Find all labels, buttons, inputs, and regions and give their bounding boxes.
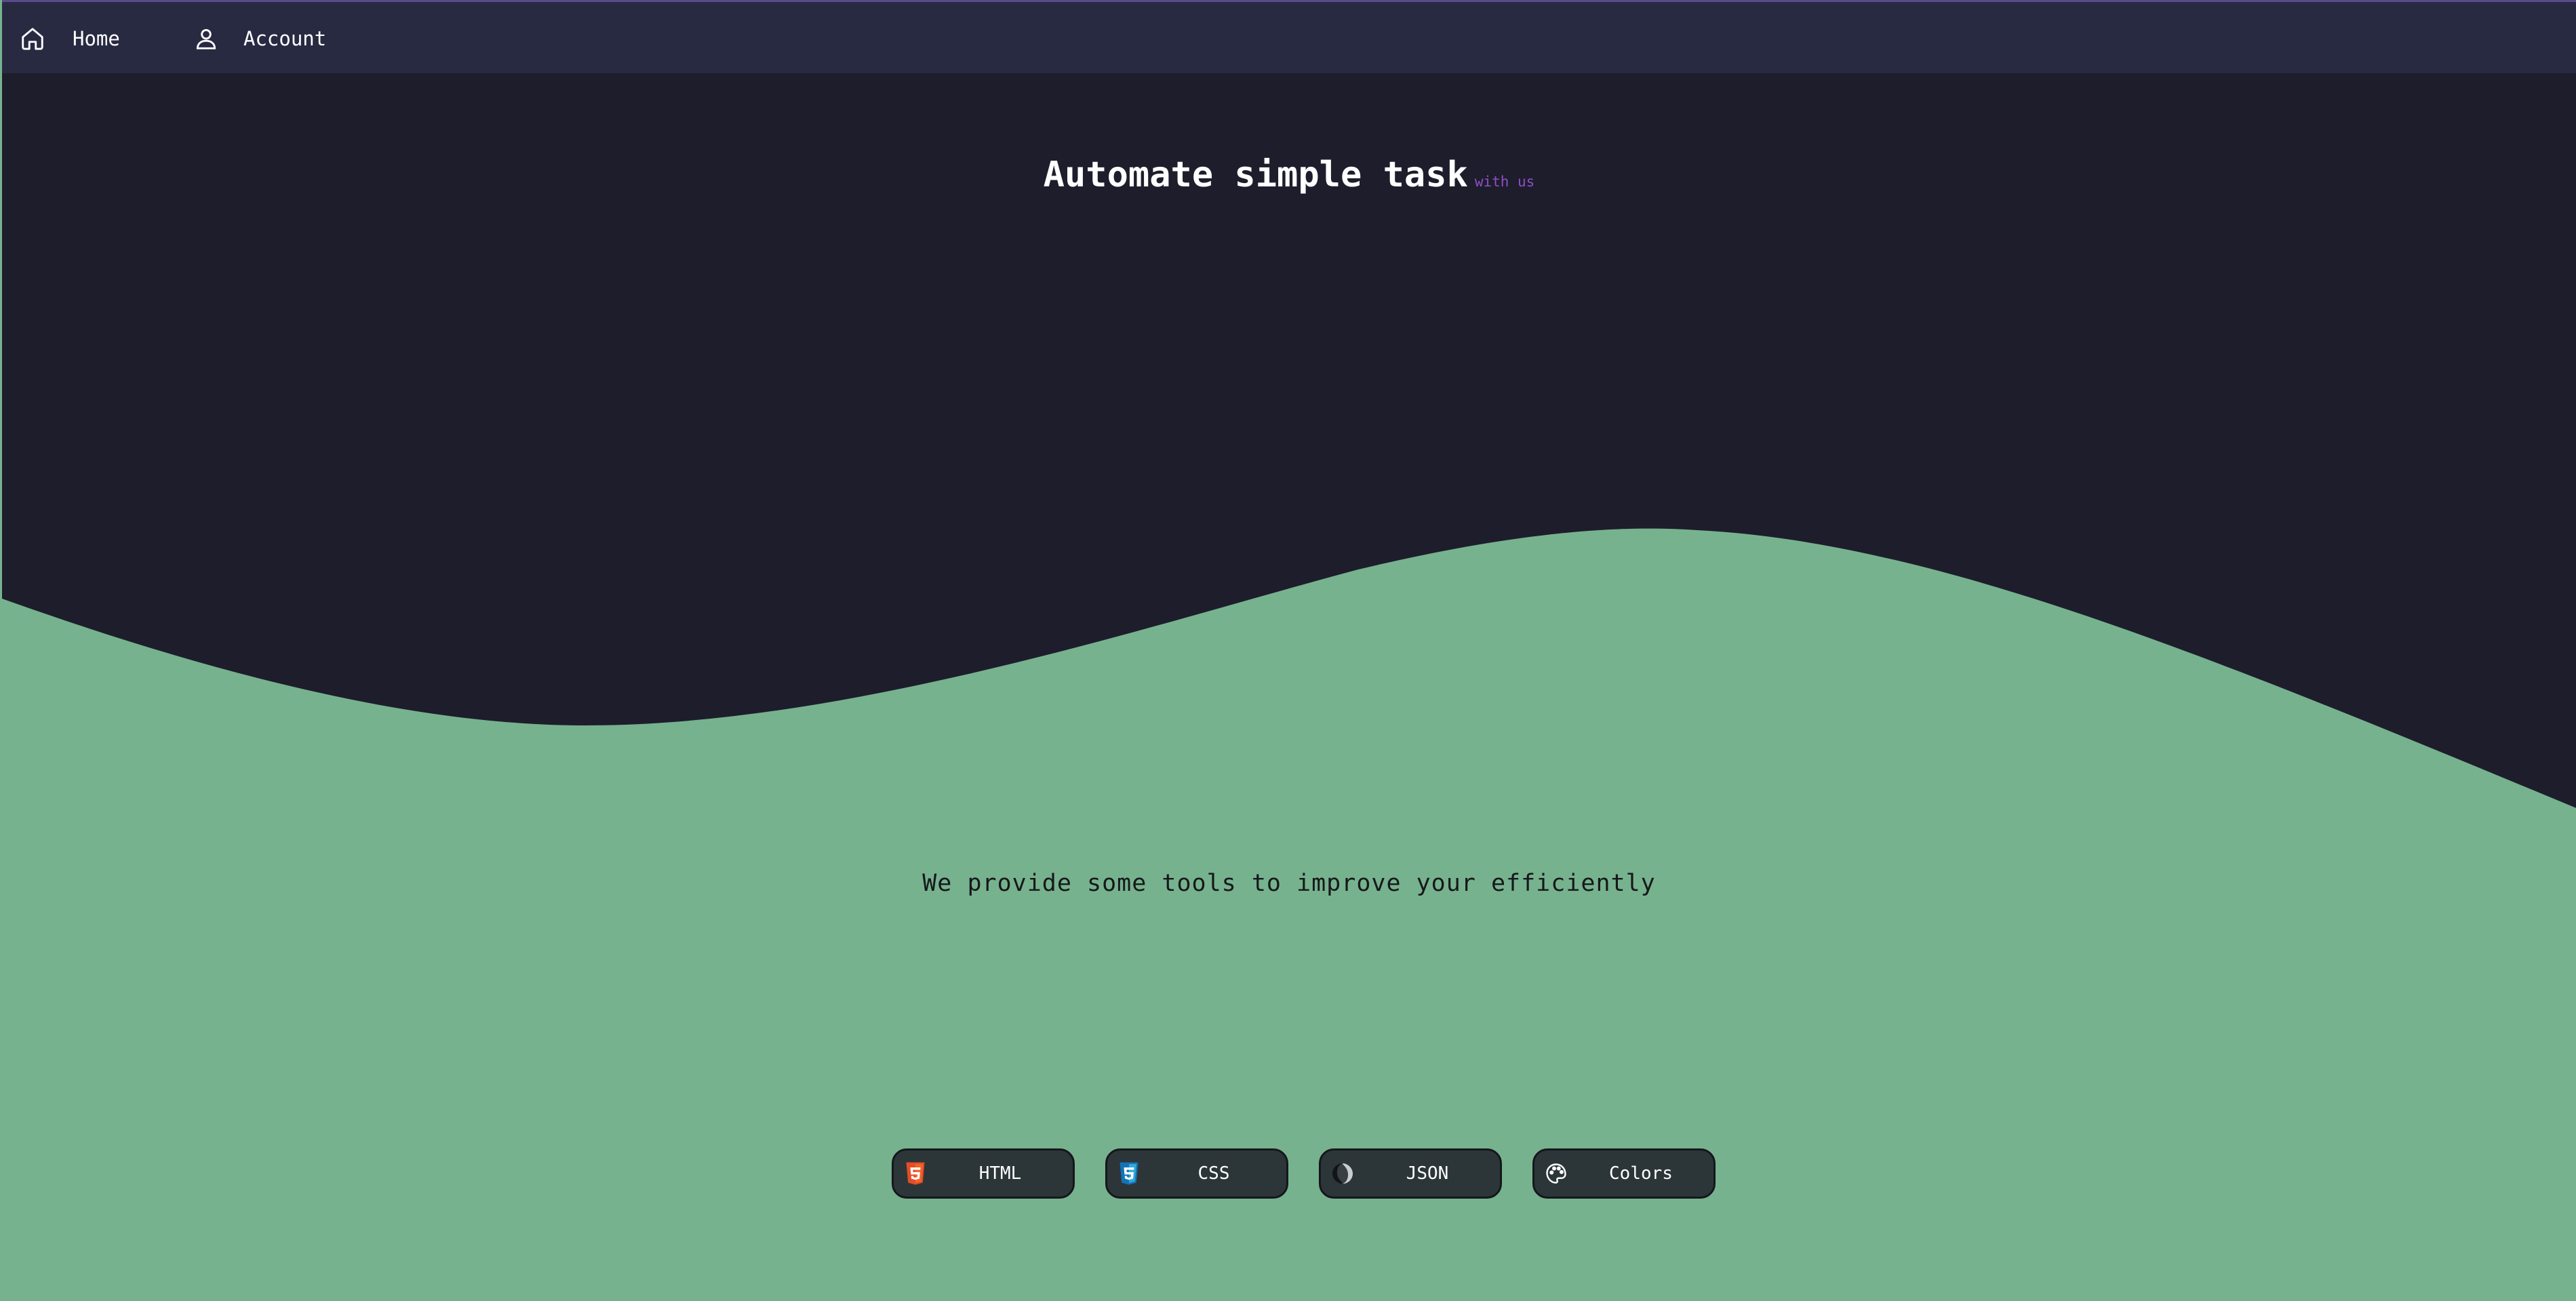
colors-tool-label: Colors xyxy=(1609,1163,1673,1184)
css-tool-label: CSS xyxy=(1197,1163,1230,1184)
nav-label-account: Account xyxy=(243,27,327,50)
hero-title: Automate simple task xyxy=(1043,155,1468,195)
html-tool-button[interactable]: HTML xyxy=(892,1148,1075,1199)
tagline: We provide some tools to improve your ef… xyxy=(922,870,1656,897)
html-tool-label: HTML xyxy=(978,1163,1022,1184)
css3-icon xyxy=(1117,1161,1141,1186)
tool-buttons: HTML CSS JSON Colors xyxy=(892,1148,1716,1199)
nav-item-home[interactable]: Home xyxy=(20,2,120,75)
home-icon xyxy=(20,25,45,52)
palette-icon xyxy=(1544,1161,1568,1186)
json-tool-button[interactable]: JSON xyxy=(1319,1148,1502,1199)
json-icon xyxy=(1330,1161,1355,1186)
nav-label-home: Home xyxy=(73,27,120,50)
hero-heading: Automate simple task with us xyxy=(2,155,2576,195)
top-navbar: Home Account xyxy=(2,0,2576,73)
css-tool-button[interactable]: CSS xyxy=(1105,1148,1288,1199)
user-icon xyxy=(193,25,219,52)
nav-item-account[interactable]: Account xyxy=(193,2,326,75)
colors-tool-button[interactable]: Colors xyxy=(1532,1148,1716,1199)
json-tool-label: JSON xyxy=(1406,1163,1449,1184)
html5-icon xyxy=(903,1161,928,1186)
page: Home Account Automate simple task with us… xyxy=(0,0,2576,1301)
hero-subtitle: with us xyxy=(1474,174,1535,190)
